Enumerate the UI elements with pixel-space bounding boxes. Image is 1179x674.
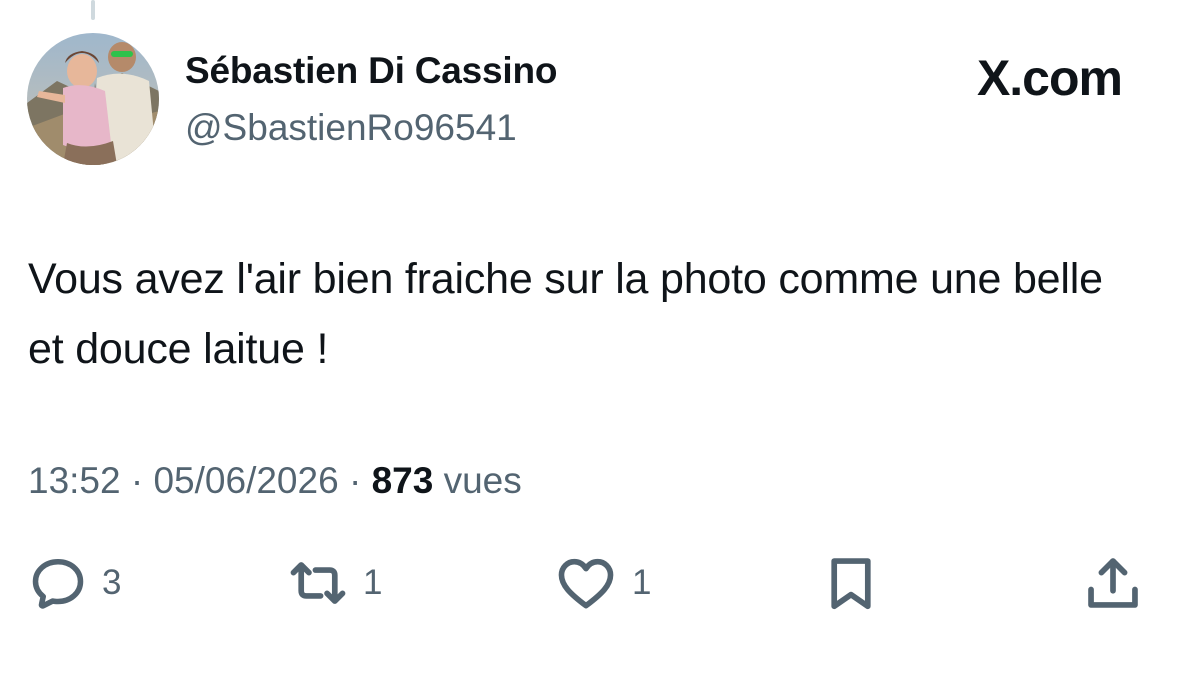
bookmark-button[interactable]: [820, 548, 882, 618]
share-icon: [1088, 558, 1138, 608]
repost-button[interactable]: 1: [287, 548, 382, 618]
thread-connector-line: [91, 0, 95, 20]
avatar-photo: [27, 33, 159, 165]
like-button[interactable]: 1: [554, 548, 651, 618]
x-com-logo: X.com: [976, 50, 1123, 106]
repost-count: 1: [363, 563, 383, 602]
reply-count: 3: [102, 563, 122, 602]
reply-button[interactable]: 3: [28, 548, 121, 618]
views-count: 873: [371, 460, 434, 501]
tweet-text: Vous avez l'air bien fraiche sur la phot…: [28, 255, 1103, 373]
tweet-meta: 13:52 · 05/06/2026 · 873 vues: [28, 460, 522, 502]
heart-icon: [558, 558, 614, 609]
tweet-time[interactable]: 13:52: [28, 460, 121, 501]
meta-separator: ·: [130, 460, 144, 501]
author-display-name[interactable]: Sébastien Di Cassino: [185, 50, 557, 92]
tweet-date[interactable]: 05/06/2026: [153, 460, 338, 501]
tweet-actions: 3 1 1: [0, 548, 1179, 618]
repost-icon: [290, 562, 346, 604]
views-label: vues: [443, 460, 522, 501]
bookmark-icon: [831, 558, 871, 610]
author-handle[interactable]: @SbastienRo96541: [185, 107, 517, 149]
meta-separator: ·: [348, 460, 362, 501]
avatar[interactable]: [27, 33, 159, 165]
like-count: 1: [632, 563, 652, 602]
reply-icon: [32, 559, 84, 609]
share-button[interactable]: [1082, 548, 1144, 618]
